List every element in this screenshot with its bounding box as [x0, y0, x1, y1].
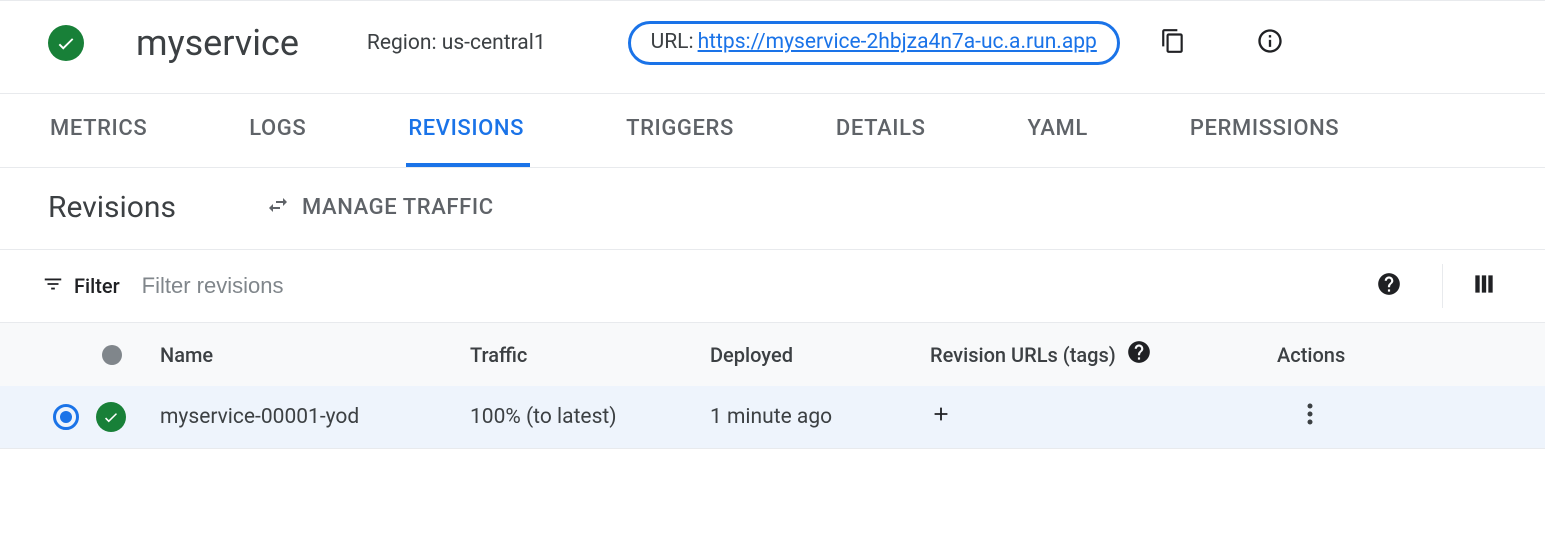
table-row[interactable]: myservice-00001-yod 100% (to latest) 1 m…	[0, 386, 1545, 449]
help-icon	[1126, 339, 1152, 370]
tabs-bar: METRICS LOGS REVISIONS TRIGGERS DETAILS …	[0, 93, 1545, 168]
filter-text: Filter	[74, 274, 120, 298]
tags-help-button[interactable]	[1126, 339, 1152, 370]
service-name: myservice	[136, 22, 299, 64]
filter-icon	[42, 273, 74, 300]
help-icon	[1376, 271, 1402, 301]
row-actions-button[interactable]	[1307, 402, 1497, 432]
manage-traffic-label: MANAGE TRAFFIC	[302, 195, 494, 220]
separator	[1442, 264, 1443, 308]
filter-input[interactable]	[142, 273, 1376, 299]
tab-permissions[interactable]: PERMISSIONS	[1188, 94, 1345, 167]
copy-icon	[1160, 26, 1186, 60]
tab-details[interactable]: DETAILS	[834, 94, 932, 167]
plus-icon	[930, 407, 952, 431]
col-tags-label: Revision URLs (tags)	[930, 343, 1116, 367]
tab-yaml[interactable]: YAML	[1026, 94, 1094, 167]
tab-revisions[interactable]: REVISIONS	[406, 94, 530, 167]
status-dot-icon	[102, 345, 122, 365]
col-tags-header: Revision URLs (tags)	[930, 339, 1277, 370]
columns-button[interactable]	[1471, 271, 1497, 301]
columns-icon	[1471, 271, 1497, 301]
add-tag-button[interactable]	[930, 403, 952, 431]
filter-help-button[interactable]	[1376, 271, 1402, 301]
revisions-table-header: Name Traffic Deployed Revision URLs (tag…	[0, 322, 1545, 386]
service-url-pill: URL: https://myservice-2hbjza4n7a-uc.a.r…	[628, 21, 1120, 65]
col-traffic-header[interactable]: Traffic	[470, 343, 710, 367]
revisions-title: Revisions	[48, 190, 176, 225]
manage-traffic-button[interactable]: MANAGE TRAFFIC	[266, 193, 494, 223]
col-name-header[interactable]: Name	[160, 343, 470, 367]
service-url-link[interactable]: https://myservice-2hbjza4n7a-uc.a.run.ap…	[698, 30, 1097, 54]
filter-row: Filter	[0, 249, 1545, 322]
info-icon	[1256, 27, 1284, 59]
tab-logs[interactable]: LOGS	[247, 94, 312, 167]
status-ok-icon	[48, 25, 84, 61]
col-deployed-header[interactable]: Deployed	[710, 343, 930, 367]
copy-url-button[interactable]	[1160, 26, 1186, 60]
service-header: myservice Region: us-central1 URL: https…	[0, 0, 1545, 93]
tab-triggers[interactable]: TRIGGERS	[624, 94, 740, 167]
swap-horiz-icon	[266, 193, 302, 223]
more-vert-icon	[1307, 408, 1313, 432]
row-deployed: 1 minute ago	[710, 405, 930, 429]
col-actions-header: Actions	[1277, 343, 1497, 367]
row-radio[interactable]	[53, 404, 79, 430]
filter-label: Filter	[42, 273, 120, 300]
row-name: myservice-00001-yod	[160, 405, 470, 429]
revisions-subheader: Revisions MANAGE TRAFFIC	[0, 168, 1545, 249]
row-traffic: 100% (to latest)	[470, 405, 710, 429]
info-button[interactable]	[1256, 27, 1284, 59]
col-status	[96, 345, 160, 365]
region-label: Region: us-central1	[367, 31, 546, 55]
tab-metrics[interactable]: METRICS	[48, 94, 153, 167]
row-status-ok-icon	[96, 402, 126, 432]
url-prefix: URL:	[651, 30, 694, 54]
